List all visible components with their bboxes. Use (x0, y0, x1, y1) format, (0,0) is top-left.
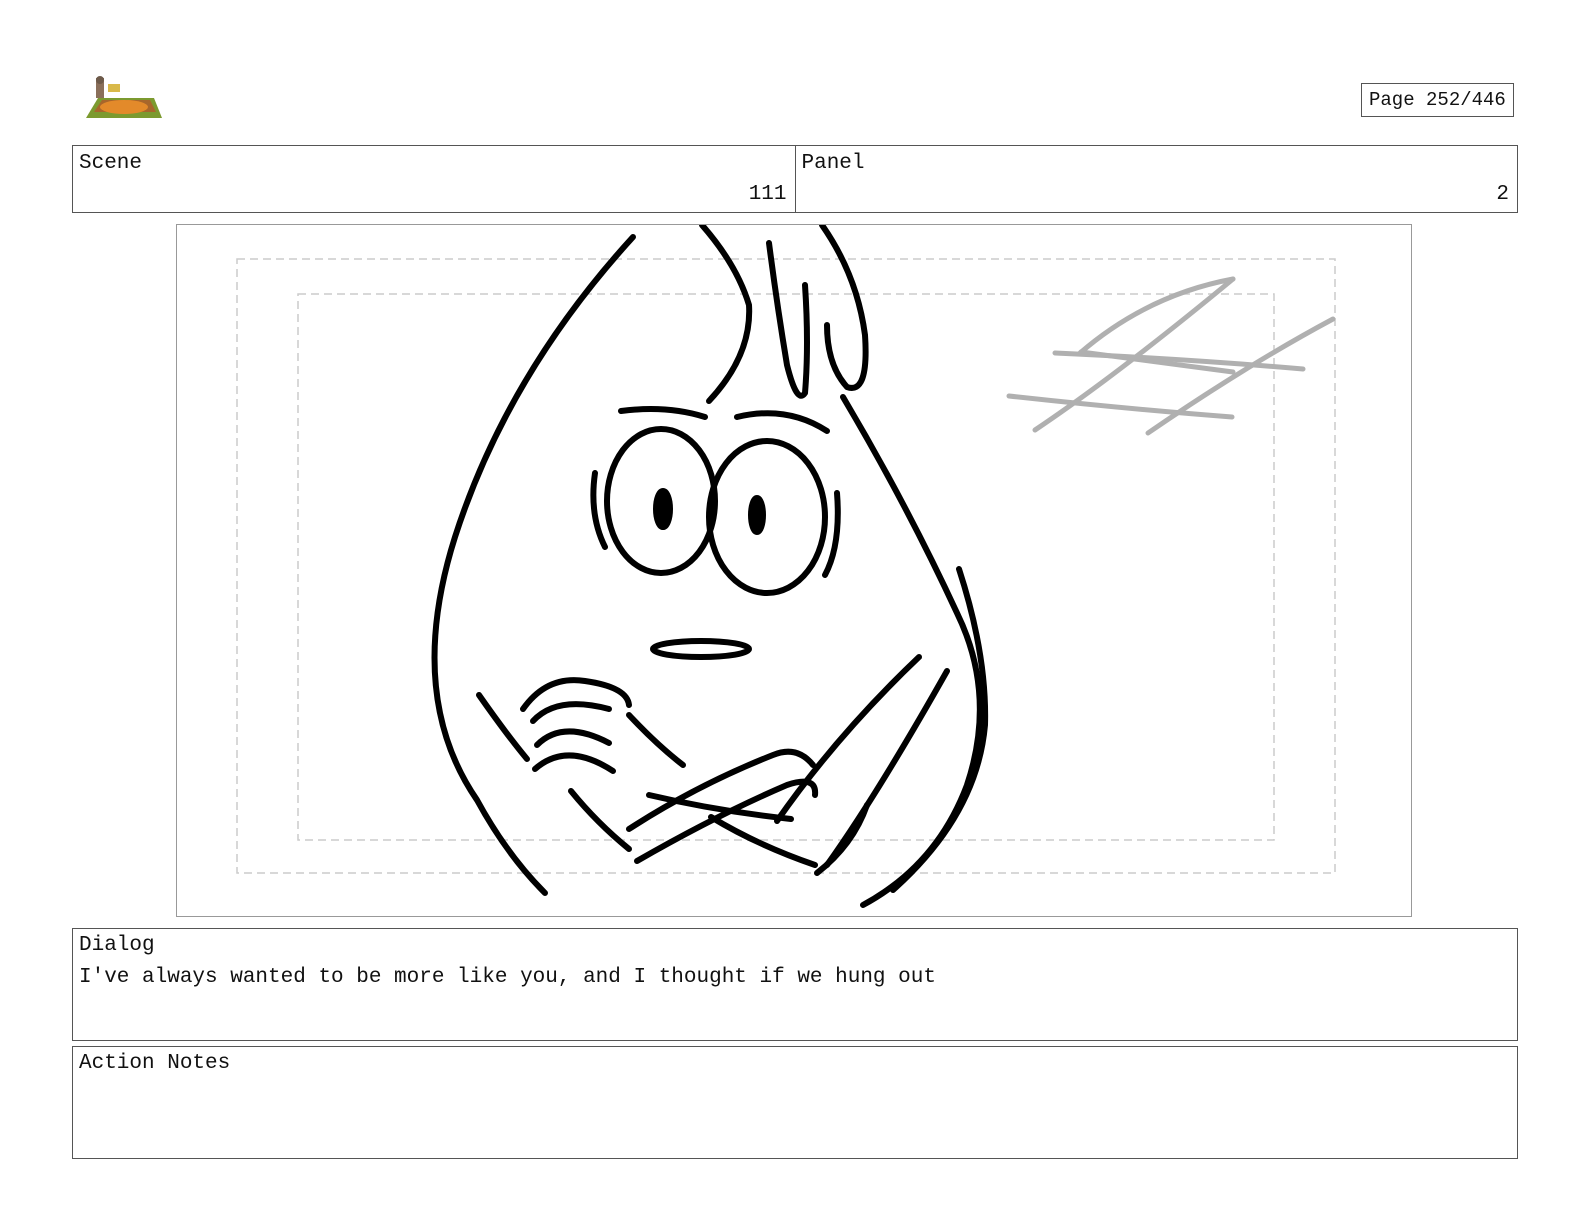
dialog-text: I've always wanted to be more like you, … (79, 966, 936, 989)
scene-cell: Scene 111 (73, 146, 795, 212)
action-notes-box: Action Notes (72, 1046, 1518, 1159)
page-number: Page 252/446 (1361, 83, 1514, 117)
character-sketch (431, 225, 989, 908)
dialog-label: Dialog (79, 934, 155, 957)
background-window-sketch (1006, 276, 1336, 436)
storyboard-sketch (236, 225, 1336, 908)
action-notes-label: Action Notes (79, 1052, 231, 1075)
scene-number: 111 (748, 183, 787, 206)
panel-cell: Panel 2 (794, 146, 1518, 212)
scene-panel-header: Scene 111 Panel 2 (72, 145, 1518, 213)
storyboard-frame (176, 224, 1412, 917)
dialog-box: Dialog I've always wanted to be more lik… (72, 928, 1518, 1041)
panel-label: Panel (801, 152, 865, 175)
panel-number: 2 (1496, 183, 1509, 206)
show-logo-icon (84, 74, 164, 122)
scene-label: Scene (79, 152, 143, 175)
